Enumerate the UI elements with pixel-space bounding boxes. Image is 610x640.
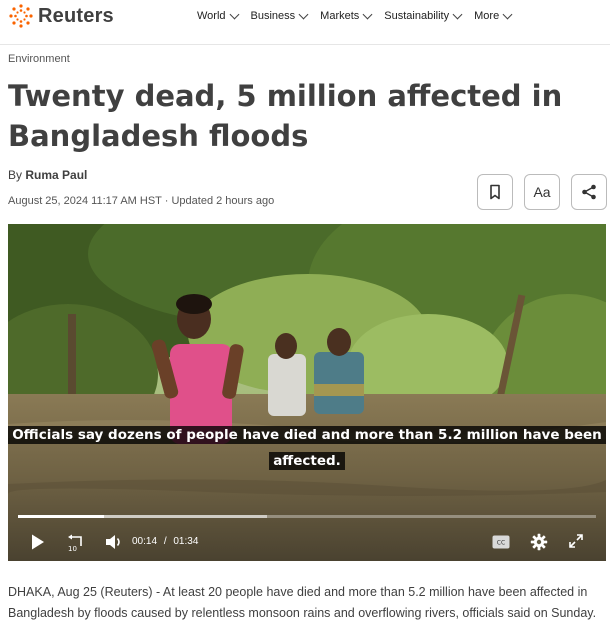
nav-markets[interactable]: Markets bbox=[320, 9, 373, 22]
nav-sustainability-label: Sustainability bbox=[384, 10, 450, 22]
article-headline: Twenty dead, 5 million affected in Bangl… bbox=[8, 79, 563, 153]
settings-button[interactable] bbox=[530, 533, 548, 556]
replay-10-button[interactable]: 10 bbox=[66, 533, 86, 558]
video-caption: Officials say dozens of people have died… bbox=[8, 422, 606, 474]
replay-label: 10 bbox=[68, 545, 77, 553]
chevron-down-icon bbox=[362, 9, 373, 20]
brand-name: Reuters bbox=[38, 4, 114, 27]
gear-icon bbox=[530, 533, 548, 551]
byline-prefix: By bbox=[8, 168, 23, 182]
article-body-paragraph: DHAKA, Aug 25 (Reuters) - At least 20 pe… bbox=[8, 585, 597, 620]
video-time-separator: / bbox=[163, 536, 167, 547]
chevron-down-icon bbox=[452, 9, 463, 20]
share-button[interactable] bbox=[571, 174, 607, 210]
video-player[interactable]: Officials say dozens of people have died… bbox=[8, 224, 606, 561]
video-controls: 10 00:14 / 01:34 CC bbox=[8, 529, 606, 557]
nav-world[interactable]: World bbox=[197, 9, 239, 22]
nav-business[interactable]: Business bbox=[250, 9, 309, 22]
nav-business-label: Business bbox=[250, 10, 296, 22]
byline: By Ruma Paul bbox=[8, 168, 87, 182]
video-duration: 01:34 bbox=[173, 536, 199, 547]
publish-date: August 25, 2024 11:17 AM HST · Updated 2… bbox=[8, 195, 275, 207]
captions-button[interactable]: CC bbox=[492, 535, 510, 554]
video-caption-text: Officials say dozens of people have died… bbox=[8, 426, 606, 470]
reuters-logo-icon bbox=[9, 4, 33, 28]
video-progress-fill bbox=[18, 515, 105, 518]
video-frame-image bbox=[8, 224, 606, 561]
closed-captions-icon: CC bbox=[492, 535, 510, 549]
video-current-time: 00:14 bbox=[132, 536, 158, 547]
chevron-down-icon bbox=[229, 9, 239, 20]
fullscreen-icon bbox=[569, 534, 583, 548]
chevron-down-icon bbox=[502, 9, 513, 20]
main-nav: World Business Markets Sustainability Mo… bbox=[197, 9, 524, 22]
fullscreen-button[interactable] bbox=[568, 533, 584, 554]
video-progress-bar[interactable] bbox=[18, 515, 596, 518]
play-icon bbox=[32, 534, 44, 550]
author-link[interactable]: Ruma Paul bbox=[25, 168, 87, 182]
section-link[interactable]: Environment bbox=[8, 53, 70, 65]
nav-more-label: More bbox=[474, 10, 500, 22]
site-header: Reuters World Business Markets Sustainab… bbox=[0, 0, 610, 45]
volume-button[interactable] bbox=[104, 533, 124, 556]
font-size-button[interactable]: Aa bbox=[524, 174, 560, 210]
video-time: 00:14 / 01:34 bbox=[132, 536, 198, 547]
nav-world-label: World bbox=[197, 10, 226, 22]
bookmark-button[interactable] bbox=[477, 174, 513, 210]
font-size-label: Aa bbox=[533, 184, 551, 200]
chevron-down-icon bbox=[298, 9, 309, 20]
volume-icon bbox=[106, 535, 120, 549]
captions-label: CC bbox=[497, 540, 505, 547]
bookmark-icon bbox=[490, 184, 500, 200]
play-button[interactable] bbox=[30, 533, 46, 556]
nav-markets-label: Markets bbox=[320, 10, 360, 22]
replay-10-icon: 10 bbox=[68, 534, 82, 553]
reuters-logo[interactable]: Reuters bbox=[8, 3, 114, 29]
nav-sustainability[interactable]: Sustainability bbox=[384, 9, 463, 22]
nav-more[interactable]: More bbox=[474, 9, 513, 22]
share-icon bbox=[582, 184, 596, 200]
